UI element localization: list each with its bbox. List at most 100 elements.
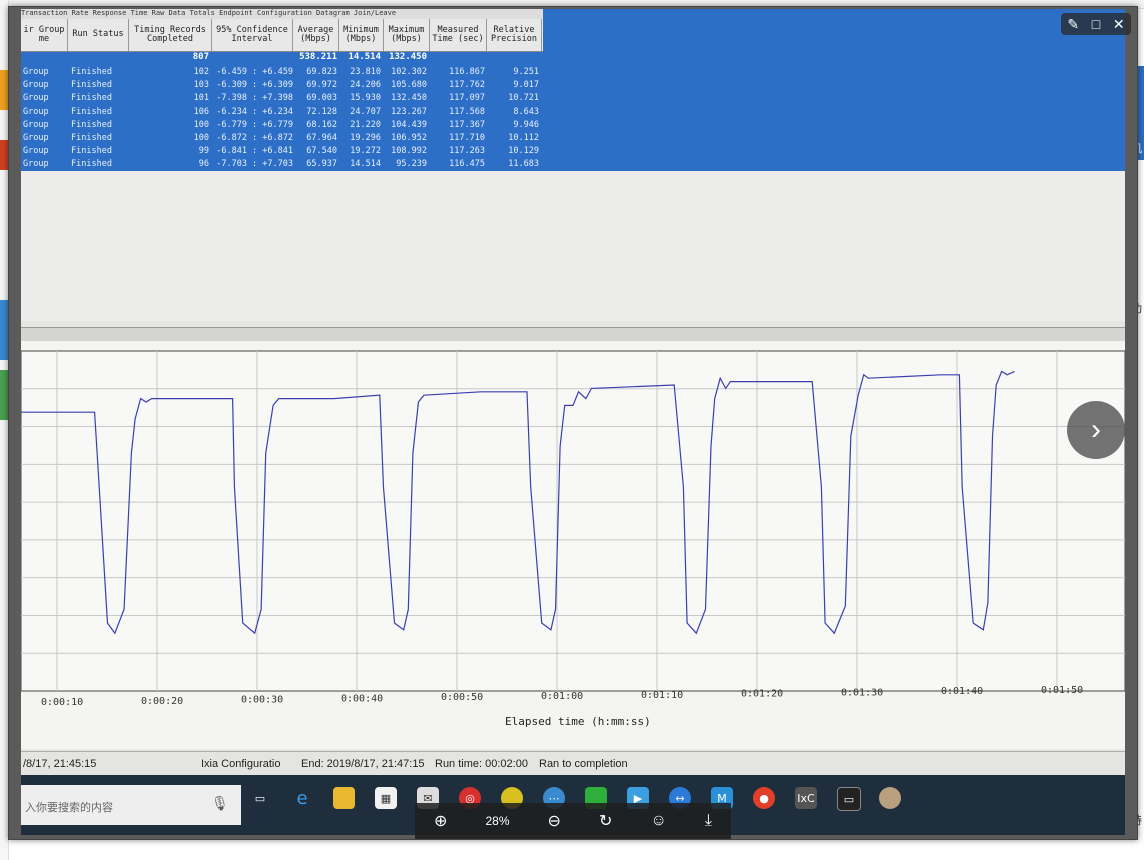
x-tick-label: 0:01:40 (941, 686, 983, 697)
edge-icon[interactable]: e (291, 787, 313, 809)
chevron-right-icon: › (1091, 413, 1101, 446)
cell-prec: 11.683 (508, 159, 539, 170)
table-row[interactable]: Group Finished 102 -6.459 : +6.459 69.823 23.… (21, 67, 543, 80)
ixchariot-icon[interactable]: IxC (795, 787, 817, 809)
column-header[interactable]: Relative Precision (487, 19, 542, 51)
cell-avg: 65.937 (306, 159, 337, 170)
zoom-level: 28% (485, 814, 510, 828)
status-run-time: Run time: 00:02:00 (435, 758, 528, 770)
cell-ci: -6.841 : +6.841 (216, 146, 293, 157)
status-start: /8/17, 21:45:15 (23, 758, 97, 770)
column-header[interactable]: ir Group me (21, 19, 68, 51)
emoji-icon[interactable]: ☺ (650, 812, 666, 830)
file-explorer-icon[interactable] (333, 787, 355, 809)
status-bar: /8/17, 21:45:15 Ixia Configuratio End: 2… (21, 751, 1125, 776)
table-row[interactable]: Group Finished 100 -6.779 : +6.779 68.162 21.… (21, 120, 543, 133)
cell-avg: 67.540 (306, 146, 337, 157)
total-minimum: 14.514 (348, 52, 381, 62)
throughput-chart: 0:00:10 0:00:20 0:00:30 0:00:40 0:00:50 0:01:… (21, 341, 1125, 749)
cell-group: Group (23, 93, 49, 104)
cell-group: Group (23, 67, 49, 77)
zoom-in-icon[interactable]: ⊕ (434, 811, 447, 831)
table-row[interactable]: Group Finished 100 -6.872 : +6.872 67.964 19.… (21, 133, 543, 146)
cell-time: 117.097 (449, 93, 485, 104)
cell-min: 21.220 (350, 119, 381, 130)
cell-min: 19.296 (350, 133, 381, 143)
table-row[interactable]: Group Finished 99 -6.841 : +6.841 67.540 19.2… (21, 146, 543, 159)
pin-icon[interactable]: ✎ (1067, 17, 1079, 31)
cell-min: 19.272 (350, 146, 381, 157)
cell-records: 96 (198, 159, 209, 170)
ixchariot-label: IxC (797, 791, 815, 805)
next-image-button[interactable]: › (1067, 401, 1125, 459)
close-icon[interactable]: ✕ (1113, 17, 1125, 31)
rotate-icon[interactable]: ↻ (599, 811, 612, 831)
x-tick-label: 0:00:30 (241, 695, 283, 706)
column-header[interactable]: Run Status (68, 19, 129, 51)
cell-time: 116.867 (449, 67, 485, 77)
cell-records: 100 (193, 119, 209, 130)
image-viewer-window: Transaction Rate Response Time Raw Data … (8, 6, 1138, 840)
cell-min: 24.206 (350, 80, 381, 91)
microphone-icon[interactable]: 🎙 (211, 795, 229, 812)
cell-max: 102.302 (391, 67, 427, 77)
cell-records: 99 (198, 146, 209, 157)
chrome-icon[interactable]: ● (753, 787, 775, 809)
cell-min: 23.810 (350, 67, 381, 77)
cell-time: 117.263 (449, 146, 485, 157)
table-row[interactable]: Group Finished 106 -6.234 : +6.234 72.128 24.… (21, 107, 543, 120)
taskbar-search-box[interactable]: 入你要搜索的内容 🎙 (21, 785, 241, 825)
x-tick-label: 0:01:10 (641, 690, 683, 701)
cell-prec: 8.643 (513, 106, 539, 117)
cell-max: 105.680 (391, 80, 427, 91)
cell-group: Group (23, 146, 49, 157)
total-average: 538.211 (299, 52, 337, 62)
table-row[interactable]: Group Finished 103 -6.309 : +6.309 69.972 24.… (21, 80, 543, 93)
cell-prec: 9.946 (513, 119, 539, 130)
cell-group: Group (23, 133, 49, 143)
cell-status: Finished (71, 159, 112, 170)
cell-time: 117.762 (449, 80, 485, 91)
cell-avg: 69.823 (306, 67, 337, 77)
column-header[interactable]: Maximum (Mbps) (384, 19, 430, 51)
column-header[interactable]: Minimum (Mbps) (339, 19, 384, 51)
cell-records: 102 (193, 67, 209, 77)
cell-avg: 68.162 (306, 119, 337, 130)
cell-status: Finished (71, 133, 112, 143)
cell-prec: 10.129 (508, 146, 539, 157)
user-avatar-icon[interactable] (879, 787, 901, 809)
cell-ci: -6.872 : +6.872 (216, 133, 293, 143)
maximize-icon[interactable]: □ (1092, 17, 1100, 31)
download-icon[interactable]: ⤓ (705, 812, 712, 830)
table-row[interactable]: Group Finished 101 -7.398 : +7.398 69.003 15.… (21, 93, 543, 106)
zoom-out-icon[interactable]: ⊖ (548, 811, 561, 831)
tab-strip: Transaction Rate Response Time Raw Data … (21, 9, 543, 19)
cell-avg: 72.128 (306, 106, 337, 117)
column-header[interactable]: Measured Time (sec) (430, 19, 487, 51)
x-tick-label: 0:00:20 (141, 696, 183, 707)
cell-time: 116.475 (449, 159, 485, 170)
status-config: Ixia Configuratio (201, 758, 281, 770)
column-header[interactable]: 95% Confidence Interval (212, 19, 293, 51)
cell-group: Group (23, 119, 49, 130)
cell-records: 101 (193, 93, 209, 104)
status-completion: Ran to completion (539, 758, 628, 770)
store-icon[interactable]: ▦ (375, 787, 397, 809)
x-tick-label: 0:00:50 (441, 692, 483, 703)
column-header[interactable]: Average (Mbps) (293, 19, 339, 51)
column-header[interactable]: Timing Records Completed (129, 19, 212, 51)
task-view-icon[interactable]: ▭ (249, 787, 271, 809)
cell-ci: -6.309 : +6.309 (216, 80, 293, 91)
cell-status: Finished (71, 67, 112, 77)
cell-ci: -7.398 : +7.398 (216, 93, 293, 104)
cell-status: Finished (71, 80, 112, 91)
x-tick-label: 0:01:00 (541, 691, 583, 702)
viewer-window-controls: ✎ □ ✕ (1061, 13, 1131, 35)
cell-status: Finished (71, 106, 112, 117)
total-records: 807 (192, 52, 209, 62)
photo: Transaction Rate Response Time Raw Data … (21, 9, 1125, 835)
cell-max: 132.450 (391, 93, 427, 104)
terminal-icon[interactable]: ▭ (837, 787, 861, 811)
x-tick-label: 0:00:40 (341, 693, 383, 704)
cell-prec: 10.721 (508, 93, 539, 104)
